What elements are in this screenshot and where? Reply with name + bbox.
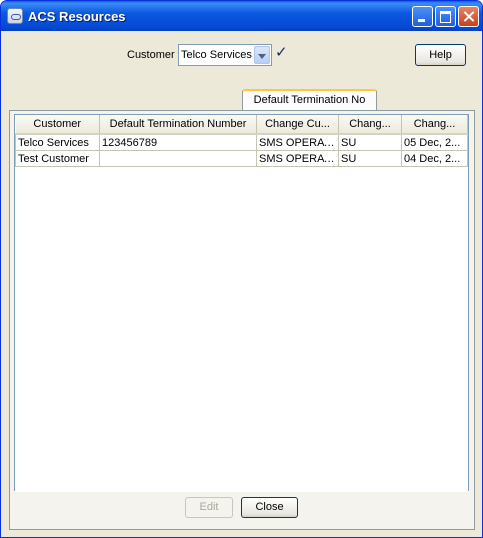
- table-row[interactable]: Telco Services 123456789 SMS OPERATOR SU…: [15, 133, 468, 151]
- customer-label: Customer: [127, 49, 175, 61]
- app-icon: [7, 8, 23, 24]
- window-title: ACS Resources: [28, 9, 126, 24]
- cell-change-customer: SMS OPERATOR: [256, 150, 339, 167]
- cell-change-customer: SMS OPERATOR: [256, 133, 339, 151]
- column-header-change-date[interactable]: Chang...: [401, 115, 468, 135]
- acs-resources-window: ACS Resources Customer Telco Services ✓ …: [0, 0, 483, 538]
- title-bar[interactable]: ACS Resources: [1, 1, 482, 31]
- divider: [14, 491, 469, 492]
- customer-select-value: Telco Services: [181, 49, 252, 61]
- table-header-row: Customer Default Termination Number Chan…: [15, 115, 468, 135]
- cell-change-date: 05 Dec, 2...: [401, 133, 468, 151]
- cell-customer: Test Customer: [15, 150, 100, 167]
- cell-termination-number: [99, 150, 257, 167]
- chevron-down-icon[interactable]: [254, 46, 270, 64]
- column-header-customer[interactable]: Customer: [15, 115, 100, 135]
- customer-select[interactable]: Telco Services: [178, 44, 272, 66]
- edit-button[interactable]: Edit: [185, 497, 233, 518]
- cell-change-user: SU: [338, 150, 402, 167]
- table-row[interactable]: Test Customer SMS OPERATOR SU 04 Dec, 2.…: [15, 150, 468, 167]
- cell-change-user: SU: [338, 133, 402, 151]
- close-window-icon[interactable]: [458, 6, 479, 27]
- minimize-icon[interactable]: [412, 6, 433, 27]
- close-button[interactable]: Close: [241, 497, 298, 518]
- maximize-icon[interactable]: [435, 6, 456, 27]
- column-header-change-user[interactable]: Chang...: [338, 115, 402, 135]
- column-header-change-customer[interactable]: Change Cu...: [256, 115, 339, 135]
- tab-default-termination-no[interactable]: Default Termination No: [242, 89, 377, 111]
- cell-customer: Telco Services: [15, 133, 100, 151]
- termination-table[interactable]: Customer Default Termination Number Chan…: [14, 114, 469, 492]
- checkmark-icon[interactable]: ✓: [275, 45, 291, 61]
- column-header-default-termination-number[interactable]: Default Termination Number: [99, 115, 257, 135]
- help-button[interactable]: Help: [415, 44, 466, 66]
- cell-termination-number: 123456789: [99, 133, 257, 151]
- cell-change-date: 04 Dec, 2...: [401, 150, 468, 167]
